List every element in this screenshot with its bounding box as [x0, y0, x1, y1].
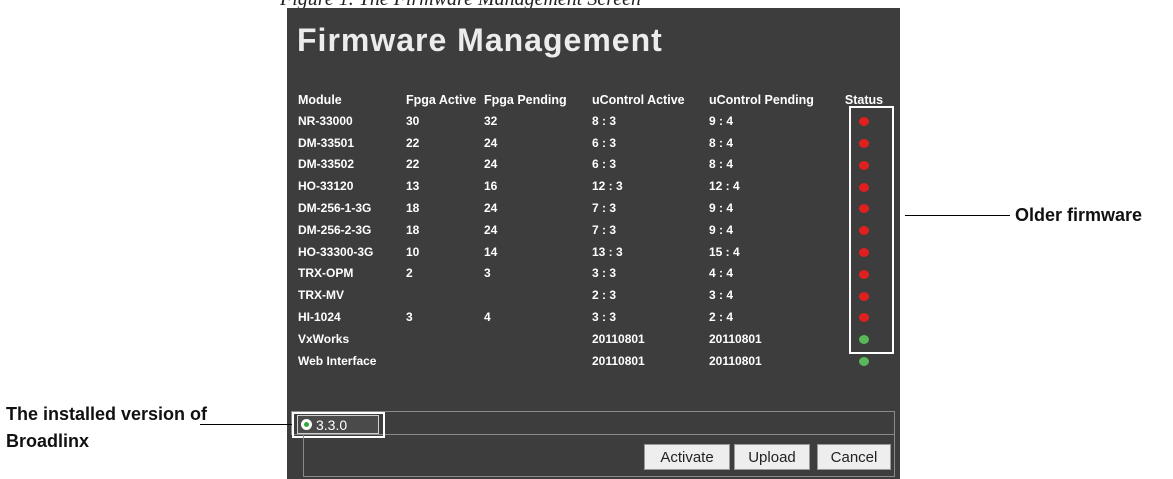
- ucontrol-active-cell: 3 : 3: [592, 310, 617, 325]
- column-header-module: Module: [298, 93, 342, 107]
- page-title: Firmware Management: [297, 22, 663, 58]
- fpga-pending-cell: 24: [484, 222, 498, 237]
- column-header-ucontrol-active: uControl Active: [592, 93, 685, 107]
- fpga-pending-cell: 24: [484, 157, 498, 172]
- activate-button[interactable]: Activate: [644, 444, 730, 470]
- fpga-pending-cell: [484, 350, 592, 372]
- fpga-pending-cell: 4: [484, 310, 491, 325]
- column-header-ucontrol-pending: uControl Pending: [709, 93, 814, 107]
- table-row: HI-1024 3 4 3 : 3 2 : 4: [298, 306, 886, 328]
- fpga-pending-cell: [484, 328, 592, 350]
- fpga-pending-cell: 32: [484, 113, 498, 128]
- ucontrol-active-cell: 8 : 3: [592, 113, 617, 128]
- table-row: HO-33300-3G 10 14 13 : 3 15 : 4: [298, 241, 886, 263]
- ucontrol-pending-cell: 20110801: [709, 331, 762, 346]
- module-cell: TRX-MV: [298, 288, 344, 303]
- fpga-active-cell: [406, 328, 484, 350]
- module-cell: DM-33502: [298, 157, 355, 172]
- fpga-active-cell: 18: [406, 201, 420, 216]
- older-firmware-callout-line: [905, 215, 1010, 216]
- table-row: TRX-MV 2 : 3 3 : 4: [298, 284, 886, 306]
- module-cell: NR-33000: [298, 113, 353, 128]
- table-row: NR-33000 30 32 8 : 3 9 : 4: [298, 110, 886, 132]
- module-cell: HO-33300-3G: [298, 244, 374, 259]
- ucontrol-pending-cell: 12 : 4: [709, 179, 740, 194]
- ucontrol-active-cell: 3 : 3: [592, 266, 617, 281]
- installed-version-label-line1: The installed version of: [6, 404, 208, 424]
- fpga-active-cell: [406, 350, 484, 372]
- older-firmware-label: Older firmware: [1015, 205, 1143, 225]
- ucontrol-pending-cell: 9 : 4: [709, 201, 734, 216]
- ucontrol-pending-cell: 8 : 4: [709, 135, 734, 150]
- older-firmware-highlight-box: [849, 106, 894, 354]
- module-cell: DM-33501: [298, 135, 355, 150]
- ucontrol-pending-cell: 9 : 4: [709, 113, 734, 128]
- fpga-active-cell: 3: [406, 310, 413, 325]
- ucontrol-active-cell: 20110801: [592, 331, 645, 346]
- ucontrol-pending-cell: 2 : 4: [709, 310, 734, 325]
- ucontrol-active-cell: 7 : 3: [592, 201, 617, 216]
- table-row: DM-33502 22 24 6 : 3 8 : 4: [298, 154, 886, 176]
- installed-version-label-line2: Broadlinx: [6, 431, 90, 451]
- fpga-active-cell: 22: [406, 157, 420, 172]
- fpga-active-cell: 13: [406, 179, 420, 194]
- status-green-dot-icon: [859, 356, 869, 366]
- ucontrol-active-cell: 20110801: [592, 353, 645, 368]
- fpga-pending-cell: 24: [484, 135, 498, 150]
- ucontrol-active-cell: 7 : 3: [592, 222, 617, 237]
- fpga-active-cell: 2: [406, 266, 413, 281]
- table-header-row: Module Fpga Active Fpga Pending uControl…: [298, 90, 886, 110]
- fpga-pending-cell: 3: [484, 266, 491, 281]
- module-cell: TRX-OPM: [298, 266, 354, 281]
- firmware-table: Module Fpga Active Fpga Pending uControl…: [298, 90, 886, 372]
- table-row: DM-33501 22 24 6 : 3 8 : 4: [298, 132, 886, 154]
- ucontrol-pending-cell: 8 : 4: [709, 157, 734, 172]
- table-row: VxWorks 20110801 20110801: [298, 328, 886, 350]
- module-cell: HO-33120: [298, 179, 354, 194]
- column-header-fpga-active: Fpga Active: [406, 93, 477, 107]
- module-cell: Web Interface: [298, 353, 377, 368]
- ucontrol-active-cell: 6 : 3: [592, 135, 617, 150]
- table-row: DM-256-1-3G 18 24 7 : 3 9 : 4: [298, 197, 886, 219]
- ucontrol-pending-cell: 9 : 4: [709, 222, 734, 237]
- fpga-pending-cell: 14: [484, 244, 498, 259]
- ucontrol-pending-cell: 20110801: [709, 353, 762, 368]
- table-row: DM-256-2-3G 18 24 7 : 3 9 : 4: [298, 219, 886, 241]
- ucontrol-active-cell: 6 : 3: [592, 157, 617, 172]
- ucontrol-pending-cell: 15 : 4: [709, 244, 740, 259]
- firmware-management-panel: Firmware Management Module Fpga Active F…: [287, 8, 900, 479]
- table-row: Web Interface 20110801 20110801: [298, 350, 886, 372]
- fpga-active-cell: 22: [406, 135, 420, 150]
- ucontrol-active-cell: 12 : 3: [592, 179, 623, 194]
- ucontrol-active-cell: 13 : 3: [592, 244, 623, 259]
- fpga-active-cell: 18: [406, 222, 420, 237]
- firmware-table-body: NR-33000 30 32 8 : 39 : 4 DM-33501 22 24 6 : 38…: [298, 110, 886, 372]
- table-row: HO-33120 13 16 12 : 3 12 : 4: [298, 175, 886, 197]
- fpga-pending-cell: 16: [484, 179, 498, 194]
- upload-button[interactable]: Upload: [734, 444, 810, 470]
- fpga-pending-cell: 24: [484, 201, 498, 216]
- cancel-button[interactable]: Cancel: [817, 444, 891, 470]
- column-header-fpga-pending: Fpga Pending: [484, 93, 567, 107]
- fpga-active-cell: 10: [406, 244, 420, 259]
- module-cell: HI-1024: [298, 310, 341, 325]
- ucontrol-active-cell: 2 : 3: [592, 288, 617, 303]
- module-cell: VxWorks: [298, 331, 350, 346]
- fpga-pending-cell: [484, 284, 592, 306]
- module-cell: DM-256-1-3G: [298, 201, 372, 216]
- ucontrol-pending-cell: 3 : 4: [709, 288, 734, 303]
- fpga-active-cell: [406, 284, 484, 306]
- ucontrol-pending-cell: 4 : 4: [709, 266, 734, 281]
- table-row: TRX-OPM 2 3 3 : 3 4 : 4: [298, 263, 886, 285]
- fpga-active-cell: 30: [406, 113, 420, 128]
- installed-version-callout-line: [200, 424, 292, 425]
- module-cell: DM-256-2-3G: [298, 222, 372, 237]
